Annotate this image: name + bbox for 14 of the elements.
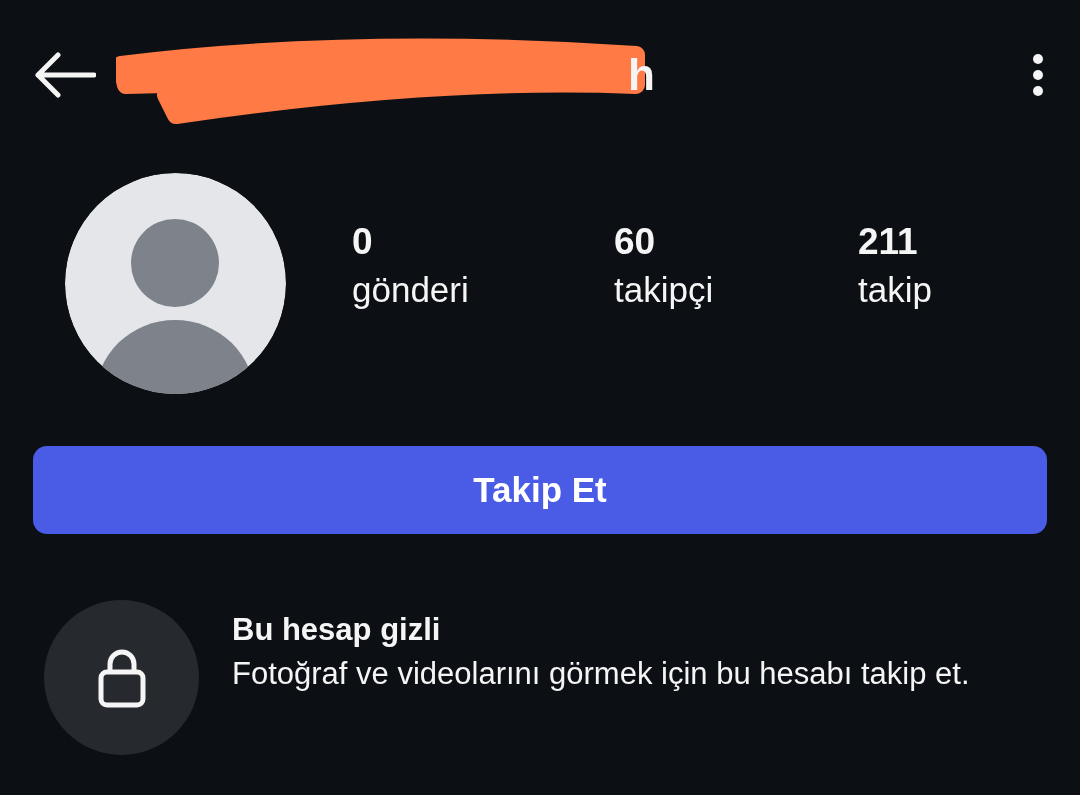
back-button[interactable] [34, 52, 96, 98]
stat-label: takip [858, 269, 932, 311]
more-vertical-icon [1032, 53, 1044, 97]
private-account-title: Bu hesap gizli [232, 611, 441, 649]
back-arrow-icon [34, 52, 96, 98]
stat-label: gönderi [352, 269, 469, 311]
stat-count: 211 [858, 220, 918, 264]
follow-button[interactable]: Takip Et [33, 446, 1047, 534]
stat-count: 0 [352, 220, 373, 264]
private-account-message: Fotoğraf ve videolarını görmek için bu hesabı takip et. [232, 655, 971, 693]
stat-count: 60 [614, 220, 656, 264]
lock-icon [97, 647, 146, 708]
more-options-button[interactable] [1032, 53, 1044, 97]
stat-label: takipçi [614, 269, 714, 311]
